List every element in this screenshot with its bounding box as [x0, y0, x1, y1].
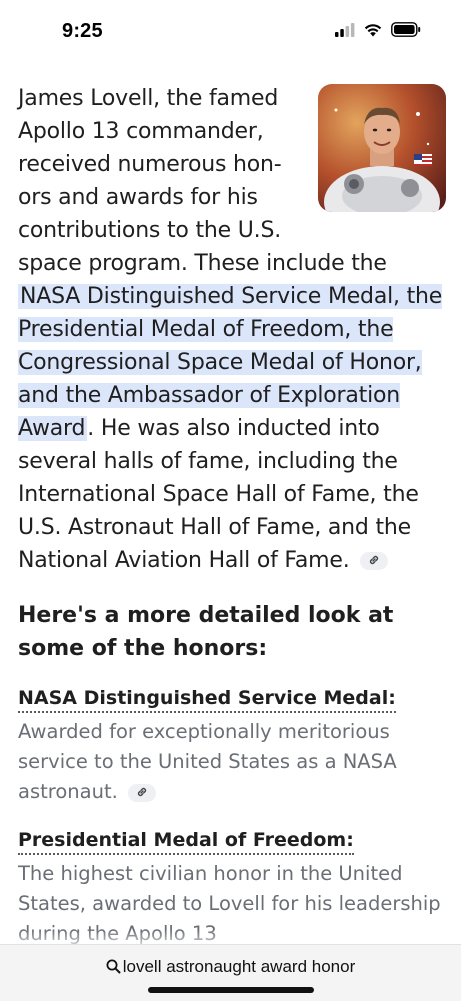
astronaut-portrait-icon — [318, 84, 446, 212]
honor-description: Awarded for exceptionally meritorious se… — [18, 717, 446, 807]
battery-icon — [391, 22, 421, 37]
status-bar: 9:25 — [0, 0, 461, 62]
wifi-icon — [364, 24, 382, 37]
astronaut-portrait-image[interactable] — [318, 84, 446, 212]
source-link-chip[interactable] — [128, 783, 156, 802]
link-icon — [370, 555, 379, 565]
answer-content: James Lovell, the famed Apollo 13 comman… — [18, 82, 446, 949]
honor-title[interactable]: NASA Distinguished Service Medal: — [18, 685, 396, 713]
status-time: 9:25 — [62, 20, 103, 42]
honor-item: Presidential Medal of Freedom: The highe… — [18, 807, 446, 949]
search-icon — [106, 959, 121, 974]
home-indicator[interactable] — [148, 987, 314, 993]
link-icon — [137, 787, 147, 797]
status-icons — [335, 22, 421, 37]
cellular-signal-icon — [335, 22, 355, 37]
search-query-display[interactable]: lovell astronaught award honor — [0, 957, 461, 977]
search-query-text: lovell astronaught award honor — [122, 957, 356, 976]
honor-description-text: Awarded for exceptionally meritorious se… — [18, 720, 397, 803]
top-fade — [0, 58, 461, 72]
honor-item: NASA Distinguished Service Medal: Awarde… — [18, 665, 446, 807]
details-subheading: Here's a more detailed look at some of t… — [18, 603, 394, 661]
bottom-search-bar[interactable]: lovell astronaught award honor — [0, 944, 461, 1001]
source-link-chip[interactable] — [360, 552, 389, 570]
honor-title[interactable]: Presidential Medal of Freedom: — [18, 827, 354, 855]
